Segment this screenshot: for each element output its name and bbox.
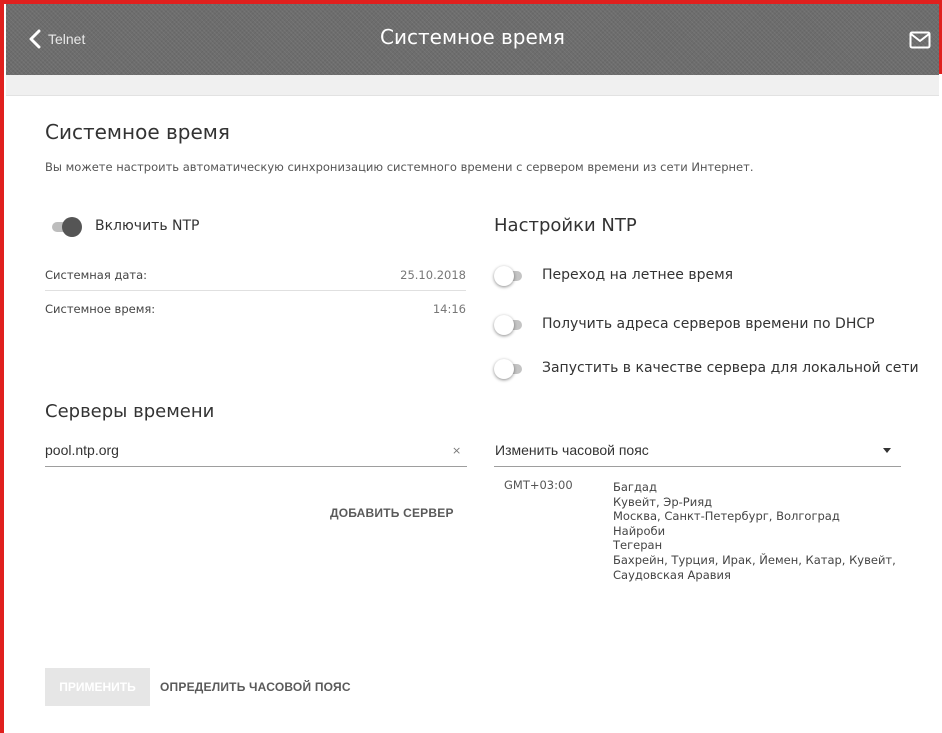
toggle-knob <box>62 217 82 237</box>
timezone-city: Бахрейн, Турция, Ирак, Йемен, Катар, Кув… <box>613 552 896 567</box>
timezone-city: Найроби <box>613 523 666 538</box>
timezone-select[interactable]: Изменить часовой пояс <box>495 442 649 458</box>
system-time-value: 14:16 <box>432 302 466 316</box>
system-date-value: 25.10.2018 <box>400 268 466 282</box>
ntp-enable-toggle[interactable] <box>50 217 82 237</box>
page-title: Системное время <box>380 25 565 49</box>
sub-header-strip <box>6 75 939 96</box>
time-servers-title: Серверы времени <box>45 401 215 422</box>
timezone-city: Москва, Санкт-Петербург, Волгоград <box>613 509 840 524</box>
dst-label: Переход на летнее время <box>542 267 734 283</box>
local-server-toggle[interactable] <box>494 359 524 379</box>
toggle-knob <box>494 266 514 286</box>
ntp-enable-label: Включить NTP <box>95 218 200 234</box>
timezone-city: Тегеран <box>613 538 663 553</box>
ntp-settings-title: Настройки NTP <box>494 215 637 236</box>
detect-timezone-button[interactable]: ОПРЕДЕЛИТЬ ЧАСОВОЙ ПОЯС <box>160 680 351 694</box>
timezone-cities: Багдад Кувейт, Эр-Рияд Москва, Санкт-Пет… <box>613 480 896 582</box>
timezone-select-underline <box>494 466 901 467</box>
mail-icon[interactable] <box>909 31 931 49</box>
app: Telnet Системное время Системное время В… <box>4 4 939 733</box>
dhcp-ntp-toggle[interactable] <box>494 315 524 335</box>
dst-toggle[interactable] <box>494 266 524 286</box>
timezone-offset: GMT+03:00 <box>504 478 573 492</box>
row-divider <box>45 290 466 291</box>
section-title: Системное время <box>45 120 230 144</box>
chevron-down-icon[interactable] <box>883 448 891 453</box>
local-server-label: Запустить в качестве сервера для локальн… <box>542 360 919 376</box>
clear-server-button[interactable]: × <box>452 444 461 457</box>
dhcp-ntp-label: Получить адреса серверов времени по DHCP <box>542 316 875 332</box>
section-description: Вы можете настроить автоматическую синхр… <box>45 160 754 174</box>
timezone-city: Кувейт, Эр-Рияд <box>613 494 713 509</box>
timezone-city: Саудовская Аравия <box>613 567 731 582</box>
timezone-city: Багдад <box>613 480 657 494</box>
toggle-knob <box>494 315 514 335</box>
add-server-button[interactable]: ДОБАВИТЬ СЕРВЕР <box>330 506 454 520</box>
apply-button[interactable]: ПРИМЕНИТЬ <box>45 668 150 706</box>
toggle-knob <box>494 359 514 379</box>
time-server-input-underline <box>45 466 467 467</box>
system-date-label: Системная дата: <box>45 268 148 282</box>
header-bar: Telnet Системное время <box>6 4 939 75</box>
system-time-label: Системное время: <box>45 302 156 316</box>
time-server-input[interactable]: pool.ntp.org <box>45 442 119 458</box>
